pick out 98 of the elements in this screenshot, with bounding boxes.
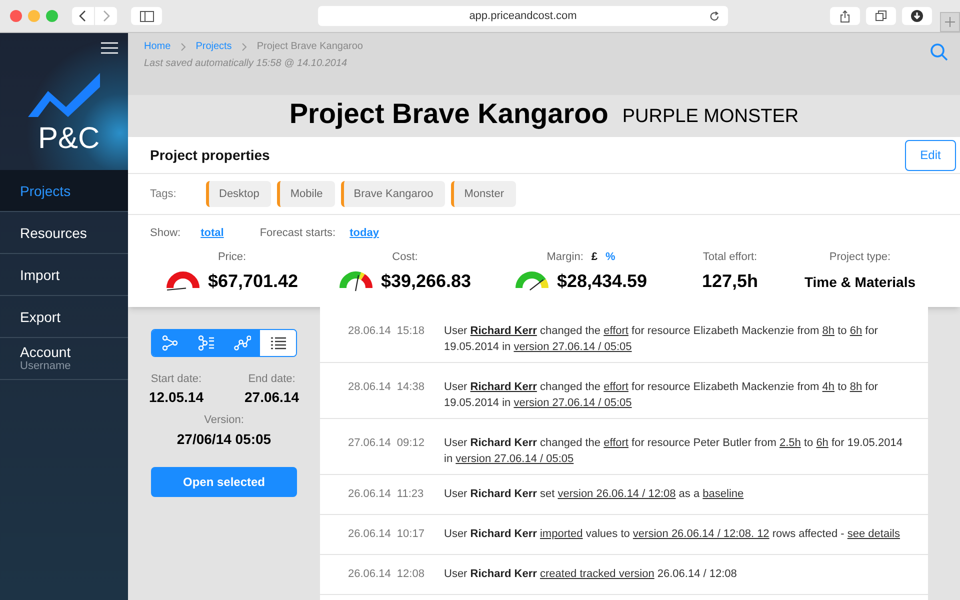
forecast-label: Forecast starts: (260, 226, 336, 241)
log-link[interactable]: 6h (850, 324, 862, 336)
zoom-window-icon[interactable] (46, 10, 58, 22)
end-date-value: 27.06.14 (244, 388, 299, 407)
nav-item[interactable]: Projects (0, 170, 128, 212)
list-icon (270, 334, 286, 350)
project-title: Project Brave Kangaroo (289, 97, 608, 131)
user-link[interactable]: Richard Kerr (470, 380, 537, 392)
downloads-button[interactable] (902, 7, 932, 25)
user-link[interactable]: Richard Kerr (470, 324, 537, 336)
tabs-button[interactable] (866, 7, 896, 25)
log-link[interactable]: imported (540, 528, 583, 540)
logo-chart-icon (28, 73, 102, 117)
address-bar[interactable]: app.priceandcost.com (318, 6, 728, 26)
log-link[interactable]: version 26.06.14 / 12:08 (558, 488, 676, 500)
view-toggle[interactable] (152, 330, 188, 356)
log-link[interactable]: version 26.06.14 / 12:08. 12 (632, 528, 770, 540)
log-link[interactable]: see details (847, 528, 900, 540)
start-date-value: 12.05.14 (149, 388, 204, 407)
share-button[interactable] (830, 7, 860, 25)
log-message: User Richard Kerr imported values to version 26.06.14 / 12:08. 12 rows affected - see details (444, 527, 900, 542)
log-timestamp: 27.06.14 09:12 (348, 436, 426, 450)
metric-value: $39,266.83 (380, 270, 472, 292)
gauge-icon (166, 270, 200, 292)
log-message: User Richard Kerr changed the effort for resource Elizabeth Mackenzie from 8h to 6h for 19.05.2014 in version 27.06.14 / 05:05 (444, 324, 879, 354)
log-message: User Richard Kerr set version 26.06.14 / 12:08 as a baseline (444, 487, 744, 502)
share-icon (840, 10, 850, 22)
search-icon[interactable] (930, 43, 948, 61)
log-link[interactable]: effort (604, 380, 628, 392)
tag[interactable]: Brave Kangaroo (340, 181, 446, 207)
chevron-icon (242, 42, 247, 50)
metric-value: 127,5h (702, 270, 758, 292)
download-icon (911, 10, 923, 22)
metric-label: Cost: (392, 250, 418, 266)
log-timestamp: 26.06.14 12:08 (348, 567, 426, 582)
chevron-icon (180, 42, 186, 50)
metric-label: Margin: (546, 250, 584, 266)
log-link[interactable]: version 27.06.14 / 05:05 (456, 452, 574, 464)
log-link[interactable]: 4h (822, 380, 835, 392)
back-icon (79, 10, 87, 22)
log-link[interactable]: version 27.06.14 / 05:05 (514, 340, 632, 352)
tabs-icon (875, 10, 887, 22)
metric-value: $67,701.42 (208, 270, 298, 292)
new-tab-button[interactable] (940, 12, 960, 32)
tag[interactable]: Desktop (206, 181, 272, 207)
log-link[interactable]: effort (604, 436, 628, 448)
gauge-icon (514, 270, 549, 292)
view-toggle[interactable] (260, 330, 296, 356)
log-link[interactable]: 8h (822, 324, 835, 336)
last-saved-text: Last saved automatically 15:58 @ 14.10.2014 (144, 57, 348, 71)
show-label: Show: (150, 226, 181, 241)
metric-label: Project type: (829, 250, 891, 266)
logo-text: P&C (38, 121, 100, 157)
log-timestamp: 26.06.14 10:17 (348, 527, 426, 542)
metric-value: Time & Materials (804, 272, 916, 292)
log-message: User Richard Kerr changed the effort for resource Peter Butler from 2.5h to 6h for 19.05.2014 in version 27.06.14 / 05:05 (444, 436, 904, 466)
network-icon (162, 334, 178, 350)
log-link[interactable]: 8h (850, 380, 862, 392)
metric-label: Price: (218, 250, 246, 266)
log-link[interactable]: baseline (702, 488, 744, 500)
gauge-icon (338, 270, 373, 292)
log-link[interactable]: version 27.06.14 / 05:05 (514, 396, 632, 408)
tag[interactable]: Mobile (277, 181, 335, 207)
sidebar-toggle-button[interactable] (131, 7, 162, 25)
url-text: app.priceandcost.com (469, 8, 577, 24)
reload-icon[interactable] (709, 10, 720, 22)
line-chart-icon (234, 334, 250, 350)
unit-toggle[interactable]: £ (591, 249, 598, 266)
log-link[interactable]: created tracked version (540, 568, 654, 580)
sidebar-icon (140, 10, 154, 22)
log-link[interactable]: 2.5h (779, 436, 801, 448)
log-timestamp: 26.06.14 11:23 (348, 487, 425, 502)
menu-icon[interactable] (101, 42, 118, 54)
forward-icon (102, 10, 110, 22)
version-value: 27/06/14 05:05 (176, 430, 272, 448)
breadcrumb-current: Project Brave Kangaroo (256, 40, 363, 54)
log-link[interactable]: effort (604, 324, 628, 336)
nav-item[interactable]: Export (0, 296, 128, 338)
end-date-label: End date: (247, 372, 296, 386)
tags-label: Tags: (150, 186, 178, 202)
log-message: User Richard Kerr created tracked version 26.06.14 / 12:08 (444, 567, 737, 582)
start-date-label: Start date: (150, 372, 203, 386)
project-subtitle: PURPLE MONSTER (622, 105, 799, 129)
nav-item[interactable]: Account Username (0, 338, 128, 380)
log-message: User Richard Kerr changed the effort for resource Elizabeth Mackenzie from 4h to 8h for 19.05.2014 in version 27.06.14 / 05:05 (444, 380, 879, 410)
log-link[interactable]: 6h (816, 436, 828, 448)
tag[interactable]: Monster (451, 181, 516, 207)
close-window-icon[interactable] (10, 10, 22, 22)
metric-value: $28,434.59 (556, 270, 648, 292)
card-heading: Project properties (150, 146, 270, 165)
view-toggle[interactable] (224, 330, 260, 356)
version-label: Version: (204, 413, 244, 428)
metric-label: Total effort: (702, 250, 758, 266)
tree-icon (198, 334, 214, 350)
log-timestamp: 28.06.14 15:18 (348, 324, 426, 338)
back-button[interactable] (72, 7, 94, 25)
log-timestamp: 28.06.14 14:38 (348, 380, 426, 394)
plus-icon (945, 17, 955, 27)
